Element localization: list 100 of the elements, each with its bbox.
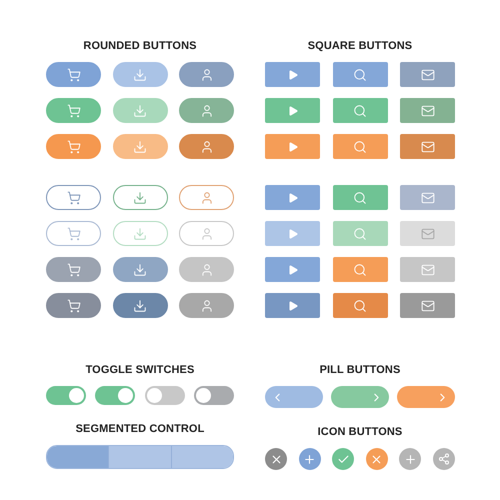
mail-icon bbox=[420, 226, 434, 240]
square-button[interactable] bbox=[332, 62, 388, 87]
user-icon bbox=[200, 298, 214, 312]
square-button[interactable] bbox=[400, 257, 455, 282]
download-icon bbox=[133, 298, 147, 312]
share-icon bbox=[438, 453, 450, 465]
rounded-button[interactable] bbox=[179, 257, 234, 282]
square-button[interactable] bbox=[265, 98, 320, 123]
section-title: TOGGLE SWITCHES bbox=[84, 364, 196, 376]
close-icon bbox=[270, 452, 282, 466]
search-icon bbox=[353, 262, 367, 276]
mail-icon bbox=[420, 190, 434, 204]
mail-icon bbox=[420, 262, 434, 276]
icon-button[interactable] bbox=[298, 448, 321, 470]
cart-icon bbox=[66, 104, 80, 118]
rounded-button[interactable] bbox=[112, 134, 168, 159]
square-button[interactable] bbox=[265, 62, 320, 87]
square-button[interactable] bbox=[332, 293, 388, 318]
search-icon bbox=[353, 190, 367, 204]
square-button[interactable] bbox=[265, 134, 320, 159]
section-title: ICON BUTTONS bbox=[316, 426, 404, 438]
toggle-switch[interactable] bbox=[194, 386, 234, 405]
search-icon bbox=[353, 298, 367, 312]
toggle-switch[interactable] bbox=[95, 386, 136, 405]
rounded-button[interactable] bbox=[46, 185, 101, 210]
segment[interactable] bbox=[47, 446, 108, 468]
user-icon bbox=[200, 190, 214, 204]
mail-icon bbox=[420, 68, 434, 82]
cart-icon bbox=[66, 298, 80, 312]
search-icon bbox=[353, 68, 367, 82]
square-button[interactable] bbox=[332, 185, 388, 210]
download-icon bbox=[133, 190, 147, 204]
user-icon bbox=[200, 262, 214, 276]
rounded-button[interactable] bbox=[46, 257, 101, 282]
rounded-button[interactable] bbox=[46, 62, 101, 87]
mail-icon bbox=[420, 140, 434, 154]
pill-button[interactable] bbox=[397, 386, 455, 408]
download-icon bbox=[133, 140, 147, 154]
rounded-button[interactable] bbox=[112, 98, 168, 123]
rounded-button[interactable] bbox=[46, 134, 101, 159]
rounded-button[interactable] bbox=[112, 185, 168, 210]
pill-button[interactable] bbox=[265, 386, 323, 408]
mail-icon bbox=[420, 104, 434, 118]
plus-icon bbox=[404, 452, 417, 466]
play-icon bbox=[286, 228, 298, 240]
play-icon bbox=[286, 104, 298, 116]
icon-button[interactable] bbox=[432, 448, 455, 470]
rounded-button[interactable] bbox=[112, 293, 168, 318]
icon-button[interactable] bbox=[366, 448, 388, 470]
close-icon bbox=[370, 452, 384, 466]
square-button[interactable] bbox=[265, 257, 320, 282]
icon-button[interactable] bbox=[399, 448, 422, 470]
rounded-button[interactable] bbox=[179, 221, 234, 246]
search-icon bbox=[353, 104, 367, 118]
mail-icon bbox=[420, 298, 434, 312]
rounded-button[interactable] bbox=[179, 98, 234, 123]
icon-button[interactable] bbox=[265, 448, 287, 470]
icon-button[interactable] bbox=[332, 448, 354, 470]
toggle-switch[interactable] bbox=[46, 386, 86, 405]
rounded-button[interactable] bbox=[112, 257, 168, 282]
square-button[interactable] bbox=[400, 134, 455, 159]
square-button[interactable] bbox=[400, 185, 455, 210]
rounded-button[interactable] bbox=[46, 293, 101, 318]
play-icon bbox=[286, 140, 298, 152]
cart-icon bbox=[66, 226, 80, 240]
square-button[interactable] bbox=[265, 221, 320, 246]
search-icon bbox=[353, 226, 367, 240]
plus-icon bbox=[303, 452, 316, 466]
cart-icon bbox=[66, 140, 80, 154]
square-button[interactable] bbox=[400, 221, 455, 246]
square-button[interactable] bbox=[332, 257, 388, 282]
section-title: SEGMENTED CONTROL bbox=[74, 423, 206, 435]
square-button[interactable] bbox=[332, 134, 388, 159]
square-button[interactable] bbox=[332, 221, 388, 246]
square-button[interactable] bbox=[400, 293, 455, 318]
square-button[interactable] bbox=[265, 185, 320, 210]
rounded-button[interactable] bbox=[112, 62, 168, 87]
rounded-button[interactable] bbox=[46, 98, 101, 123]
rounded-button[interactable] bbox=[179, 293, 234, 318]
user-icon bbox=[200, 226, 214, 240]
user-icon bbox=[200, 68, 214, 82]
user-icon bbox=[200, 140, 214, 154]
rounded-button[interactable] bbox=[179, 62, 234, 87]
square-button[interactable] bbox=[400, 62, 455, 87]
rounded-button[interactable] bbox=[179, 134, 234, 159]
segment[interactable] bbox=[170, 446, 233, 468]
toggle-switch[interactable] bbox=[144, 386, 185, 405]
rounded-button[interactable] bbox=[179, 185, 234, 210]
square-button[interactable] bbox=[400, 98, 455, 123]
square-button[interactable] bbox=[265, 293, 320, 318]
cart-icon bbox=[66, 262, 80, 276]
rounded-button[interactable] bbox=[46, 221, 101, 246]
download-icon bbox=[133, 262, 147, 276]
play-icon bbox=[286, 300, 298, 312]
user-icon bbox=[200, 104, 214, 118]
search-icon bbox=[353, 140, 367, 154]
pill-button[interactable] bbox=[331, 386, 389, 408]
section-title: ROUNDED BUTTONS bbox=[82, 40, 198, 52]
square-button[interactable] bbox=[332, 98, 388, 123]
download-icon bbox=[133, 68, 147, 82]
